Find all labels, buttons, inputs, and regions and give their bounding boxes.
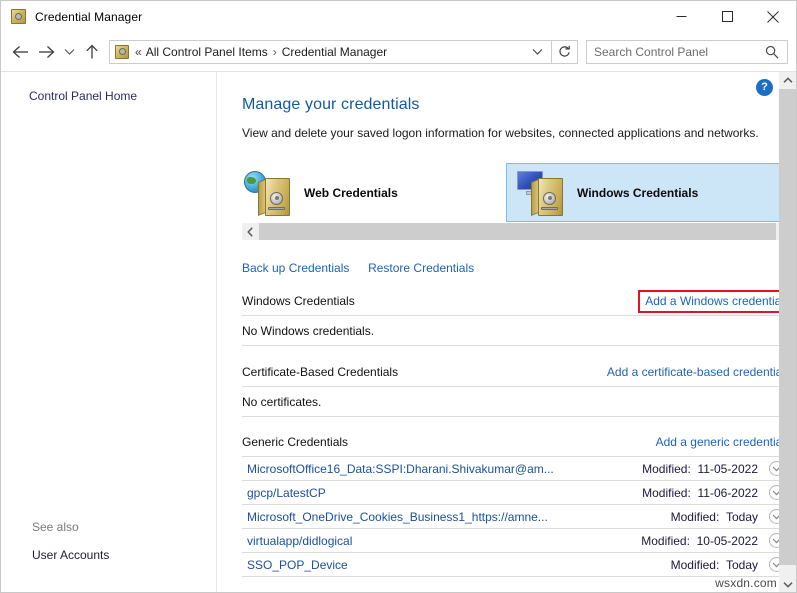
credential-name[interactable]: SSO_POP_Device: [247, 558, 671, 572]
address-chevron-down-icon[interactable]: [532, 48, 543, 56]
scroll-up-arrow-icon[interactable]: [779, 72, 796, 89]
web-vault-icon: [244, 169, 298, 217]
scroll-left-arrow-icon[interactable]: [242, 223, 259, 240]
up-arrow-icon[interactable]: [79, 39, 105, 65]
breadcrumb-separator: ›: [273, 45, 277, 59]
page-subtitle: View and delete your saved logon informa…: [242, 114, 796, 140]
page-title: Manage your credentials: [242, 72, 796, 114]
credential-name[interactable]: gpcp/LatestCP: [247, 486, 642, 500]
empty-text-windows-credentials: No Windows credentials.: [242, 316, 785, 346]
vault-label-windows: Windows Credentials: [577, 186, 698, 200]
section-title-windows-credentials: Windows Credentials: [242, 294, 355, 308]
section-generic-credentials: Generic Credentials Add a generic creden…: [242, 435, 785, 577]
search-icon[interactable]: [765, 45, 779, 59]
back-up-credentials-link[interactable]: Back up Credentials: [242, 261, 349, 275]
back-arrow-icon[interactable]: [7, 39, 33, 65]
add-a-windows-credential-link[interactable]: Add a Windows credential: [638, 290, 791, 313]
credential-name[interactable]: MicrosoftOffice16_Data:SSPI:Dharani.Shiv…: [247, 462, 642, 476]
sidebar-item-control-panel-home[interactable]: Control Panel Home: [29, 89, 137, 103]
section-certificate-based-credentials: Certificate-Based Credentials Add a cert…: [242, 365, 785, 417]
add-a-certificate-based-credential-link[interactable]: Add a certificate-based credential: [607, 365, 785, 379]
credential-modified: Modified: Today: [671, 558, 758, 572]
maximize-button[interactable]: [704, 1, 750, 32]
windows-vault-icon: [517, 169, 571, 217]
credential-toolbar-links: Back up Credentials Restore Credentials: [242, 261, 796, 275]
sidebar-item-user-accounts[interactable]: User Accounts: [32, 548, 109, 562]
credential-row[interactable]: SSO_POP_Device Modified: Today: [242, 553, 785, 577]
credential-row[interactable]: MicrosoftOffice16_Data:SSPI:Dharani.Shiv…: [242, 457, 785, 481]
vault-tile-web-credentials[interactable]: Web Credentials: [242, 163, 500, 222]
credential-modified: Modified: Today: [671, 510, 758, 524]
breadcrumb-item-credential-manager[interactable]: Credential Manager: [282, 45, 387, 59]
forward-arrow-icon[interactable]: [33, 39, 59, 65]
credential-modified: Modified: 10-05-2022: [641, 534, 758, 548]
credential-name[interactable]: virtualapp/didlogical: [247, 534, 641, 548]
section-title-generic-credentials: Generic Credentials: [242, 435, 348, 449]
vertical-scrollbar[interactable]: [779, 72, 796, 593]
breadcrumb-overflow[interactable]: «: [135, 45, 142, 59]
recent-locations-chevron-down-icon[interactable]: [59, 39, 79, 65]
restore-credentials-link[interactable]: Restore Credentials: [368, 261, 474, 275]
address-bar[interactable]: « All Control Panel Items › Credential M…: [109, 40, 552, 64]
vault-tile-windows-credentials[interactable]: Windows Credentials: [506, 163, 793, 222]
credential-row[interactable]: virtualapp/didlogical Modified: 10-05-20…: [242, 529, 785, 553]
close-button[interactable]: [750, 1, 796, 32]
breadcrumb-item-all-control-panel-items[interactable]: All Control Panel Items: [146, 45, 268, 59]
credential-row[interactable]: gpcp/LatestCP Modified: 11-06-2022: [242, 481, 785, 505]
add-a-generic-credential-link[interactable]: Add a generic credential: [656, 435, 785, 449]
vault-icon: [11, 9, 27, 25]
refresh-icon[interactable]: [552, 40, 578, 64]
credential-modified: Modified: 11-06-2022: [642, 486, 758, 500]
address-vault-icon: [115, 45, 129, 59]
section-title-certificate-based-credentials: Certificate-Based Credentials: [242, 365, 398, 379]
content-area: Control Panel Home See also User Account…: [1, 71, 796, 592]
vertical-scrollbar-thumb[interactable]: [779, 89, 796, 565]
title-bar: Credential Manager: [1, 1, 796, 32]
search-control-panel-box[interactable]: Search Control Panel: [586, 40, 788, 64]
search-input[interactable]: Search Control Panel: [587, 45, 765, 59]
credential-name[interactable]: Microsoft_OneDrive_Cookies_Business1_htt…: [247, 510, 671, 524]
empty-text-certificates: No certificates.: [242, 387, 785, 417]
minimize-button[interactable]: [658, 1, 704, 32]
main-pane: ? Manage your credentials View and delet…: [217, 72, 796, 592]
credential-modified: Modified: 11-05-2022: [642, 462, 758, 476]
section-header: Generic Credentials Add a generic creden…: [242, 435, 785, 457]
horizontal-scrollbar-thumb[interactable]: [259, 223, 776, 240]
section-header: Windows Credentials Add a Windows creden…: [242, 294, 785, 316]
section-windows-credentials: Windows Credentials Add a Windows creden…: [242, 294, 785, 346]
vault-label-web: Web Credentials: [304, 186, 398, 200]
scroll-down-arrow-icon[interactable]: [779, 576, 796, 593]
navigation-bar: « All Control Panel Items › Credential M…: [1, 32, 796, 71]
credential-manager-window: Credential Manager: [0, 0, 797, 593]
vault-horizontal-scrollbar[interactable]: [242, 223, 793, 240]
vault-selector: Web Credentials Windows Credentials: [242, 163, 793, 222]
left-navigation-pane: Control Panel Home See also User Account…: [1, 72, 217, 592]
window-title: Credential Manager: [35, 10, 142, 24]
help-icon[interactable]: ?: [756, 79, 773, 96]
credential-row[interactable]: Microsoft_OneDrive_Cookies_Business1_htt…: [242, 505, 785, 529]
window-controls: [658, 1, 796, 32]
see-also-label: See also: [32, 520, 79, 534]
section-header: Certificate-Based Credentials Add a cert…: [242, 365, 785, 387]
